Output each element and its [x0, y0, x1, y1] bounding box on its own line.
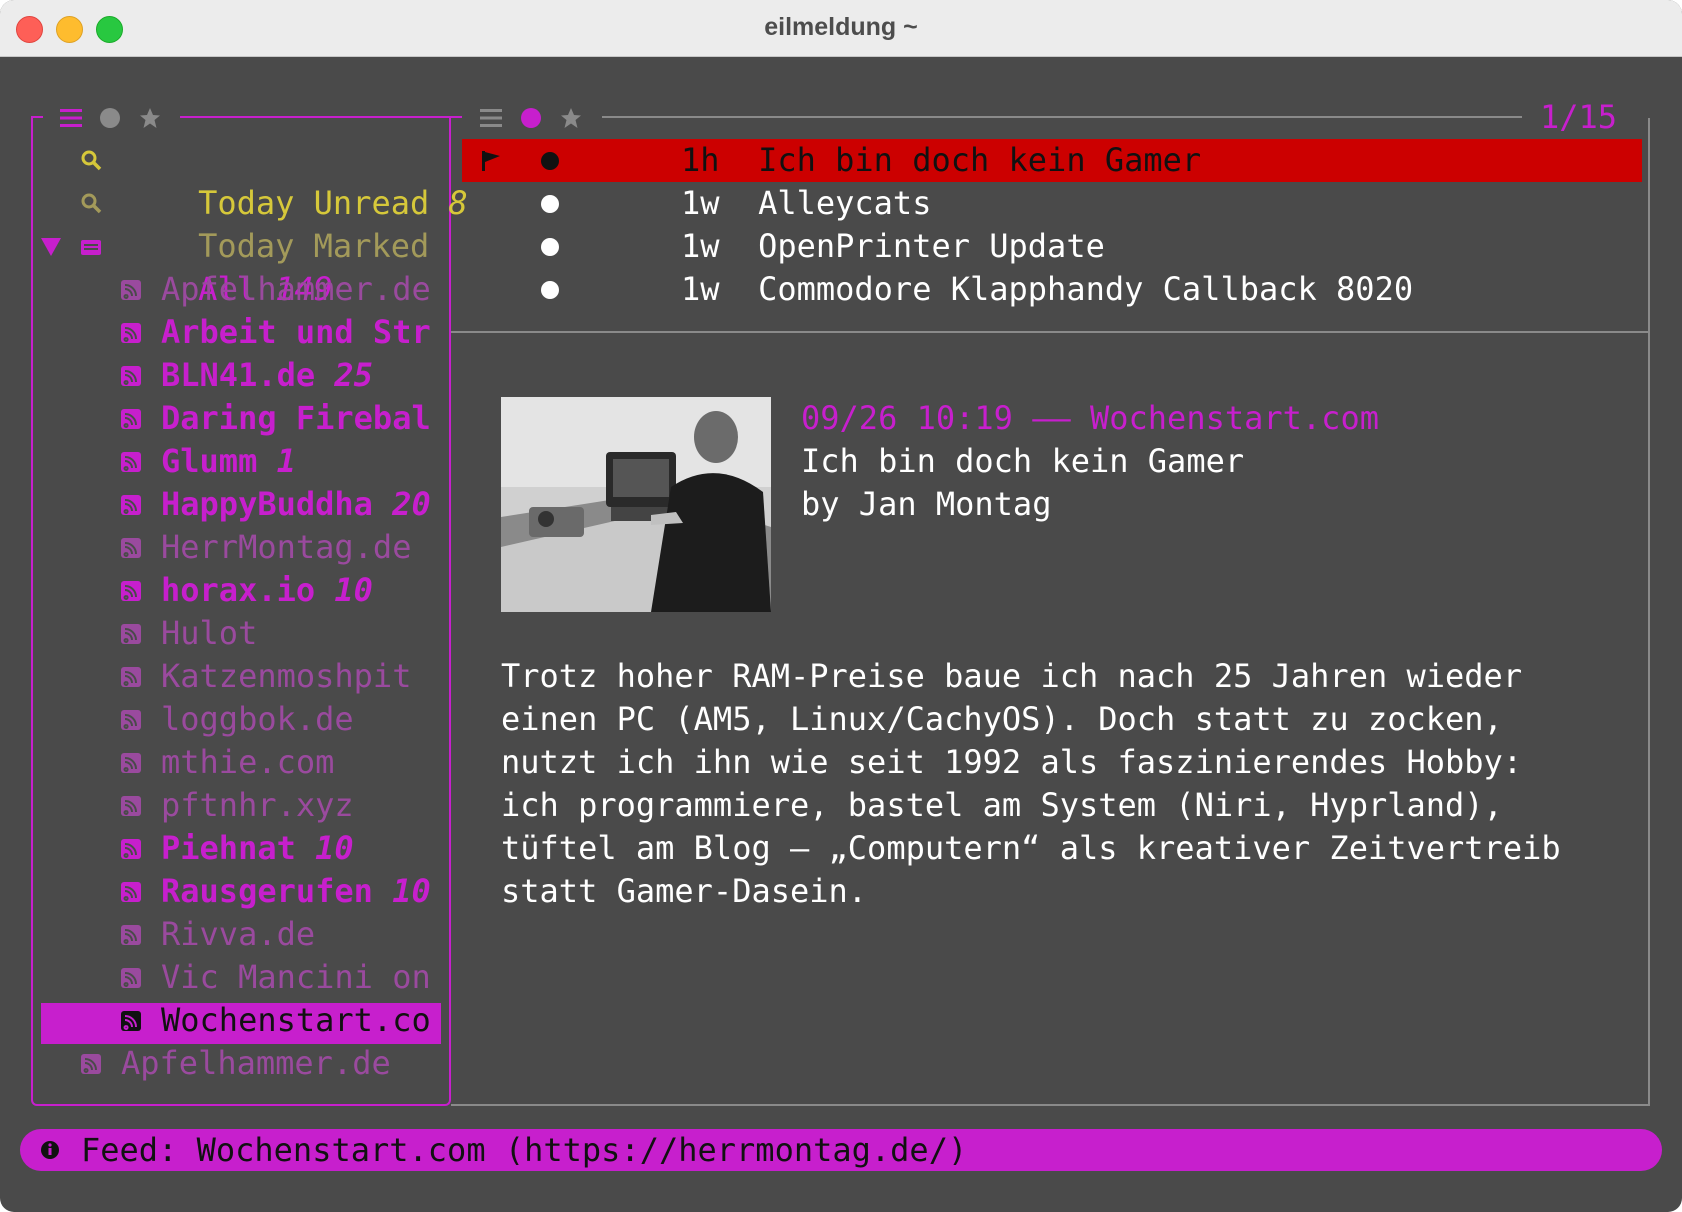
rss-icon — [121, 624, 141, 644]
article-title: Alleycats — [758, 184, 932, 222]
article-age: 1w — [681, 270, 720, 308]
star-icon[interactable] — [139, 107, 161, 129]
rss-icon — [121, 839, 141, 859]
feed-item-selected[interactable]: Wochenstart.co — [161, 999, 431, 1042]
article-body-line: einen PC (AM5, Linux/CachyOS). Doch stat… — [501, 700, 1503, 738]
feed-item[interactable]: pftnhr.xyz — [161, 784, 354, 827]
article-heading: Ich bin doch kein Gamer — [801, 442, 1245, 480]
feed-count: 20 — [392, 485, 431, 523]
unread-dot-icon — [541, 152, 559, 170]
unread-dot-icon — [541, 281, 559, 299]
rss-icon — [121, 495, 141, 515]
rss-icon — [121, 968, 141, 988]
rss-icon — [121, 452, 141, 472]
info-icon — [41, 1141, 59, 1159]
feed-item[interactable]: Apfelhammer.de — [121, 1042, 391, 1085]
feed-item[interactable]: Katzenmoshpit — [161, 655, 411, 698]
window-title: eilmeldung ~ — [764, 13, 918, 41]
feed-item[interactable]: Apfelhammer.de — [161, 268, 431, 311]
article-age: 1w — [681, 184, 720, 222]
menu-icon[interactable] — [60, 108, 82, 128]
article-title: Commodore Klapphandy Callback 8020 — [758, 270, 1414, 308]
rss-icon — [81, 1054, 101, 1074]
article-row[interactable]: 1w Commodore Klapphandy Callback 8020 — [681, 268, 1413, 311]
article-body-line: statt Gamer-Dasein. — [501, 872, 868, 910]
rss-icon — [121, 538, 141, 558]
rss-icon — [121, 882, 141, 902]
article-body-line: nutzt ich ihn wie seit 1992 als faszinie… — [501, 743, 1523, 781]
app-window: eilmeldung ~ Today Unread 8 Today Marked… — [0, 0, 1682, 1212]
feed-count: 10 — [334, 571, 373, 609]
article-title: Ich bin doch kein Gamer — [758, 141, 1202, 179]
rss-icon — [121, 366, 141, 386]
star-icon[interactable] — [560, 107, 582, 129]
rss-icon — [121, 581, 141, 601]
rss-icon — [121, 323, 141, 343]
feed-item[interactable]: Rivva.de — [161, 913, 315, 956]
feed-item[interactable]: HerrMontag.de — [161, 526, 411, 569]
unread-filter-icon[interactable] — [520, 107, 542, 129]
folder-icon — [81, 240, 101, 255]
feed-item[interactable]: Vic Mancini on — [161, 956, 431, 999]
article-title: OpenPrinter Update — [758, 227, 1105, 265]
article-row[interactable]: 1w OpenPrinter Update — [681, 225, 1105, 268]
unread-dot-icon — [541, 195, 559, 213]
article-age: 1w — [681, 227, 720, 265]
feed-count: 1 — [276, 442, 296, 480]
feed-item[interactable]: Hulot — [161, 612, 257, 655]
feed-item[interactable]: Arbeit und Str — [161, 311, 431, 354]
feed-item[interactable]: Daring Firebal — [161, 397, 431, 440]
article-author: by Jan Montag — [801, 485, 1052, 523]
feed-item[interactable]: BLN41.de 25 — [161, 354, 373, 397]
article-counter: 1/15 — [1540, 98, 1618, 136]
title-bar: eilmeldung ~ — [0, 0, 1682, 57]
article-meta: 09/26 10:19 —— Wochenstart.com — [801, 399, 1379, 437]
dot-icon[interactable] — [99, 107, 121, 129]
feed-item[interactable]: HappyBuddha 20 — [161, 483, 431, 526]
feed-item[interactable]: Glumm 1 — [161, 440, 296, 483]
feed-item[interactable]: horax.io 10 — [161, 569, 373, 612]
feed-item[interactable]: Rausgerufen 10 — [161, 870, 431, 913]
rss-icon — [121, 409, 141, 429]
rss-icon — [121, 667, 141, 687]
rss-icon — [121, 753, 141, 773]
article-row-selected[interactable]: 1h Ich bin doch kein Gamer — [681, 139, 1201, 182]
feed-item[interactable]: Piehnat 10 — [161, 827, 354, 870]
article-image — [501, 397, 771, 612]
rss-icon — [121, 1011, 141, 1031]
rss-icon — [121, 925, 141, 945]
feed-count: 10 — [315, 829, 354, 867]
feed-count: 10 — [392, 872, 431, 910]
search-icon — [81, 193, 102, 214]
sidebar-item-count: 8 — [448, 184, 468, 222]
rss-icon — [121, 710, 141, 730]
feed-item[interactable]: mthie.com — [161, 741, 334, 784]
feed-count: 25 — [334, 356, 373, 394]
article-age: 1h — [681, 141, 720, 179]
rss-icon — [121, 280, 141, 300]
feed-item[interactable]: loggbok.de — [161, 698, 354, 741]
menu-icon[interactable] — [480, 108, 502, 128]
search-icon — [81, 150, 102, 171]
expand-triangle-icon[interactable] — [40, 237, 62, 257]
unread-dot-icon — [541, 238, 559, 256]
article-body-line: tüftel am Blog – „Computern“ als kreativ… — [501, 829, 1561, 867]
article-body-line: ich programmiere, bastel am System (Niri… — [501, 786, 1503, 824]
rss-icon — [121, 796, 141, 816]
status-text: Feed: Wochenstart.com (https://herrmonta… — [81, 1131, 968, 1169]
list-reader-divider — [451, 331, 1650, 333]
article-row[interactable]: 1w Alleycats — [681, 182, 931, 225]
article-body-line: Trotz hoher RAM-Preise baue ich nach 25 … — [501, 657, 1523, 695]
flag-icon — [482, 151, 500, 171]
